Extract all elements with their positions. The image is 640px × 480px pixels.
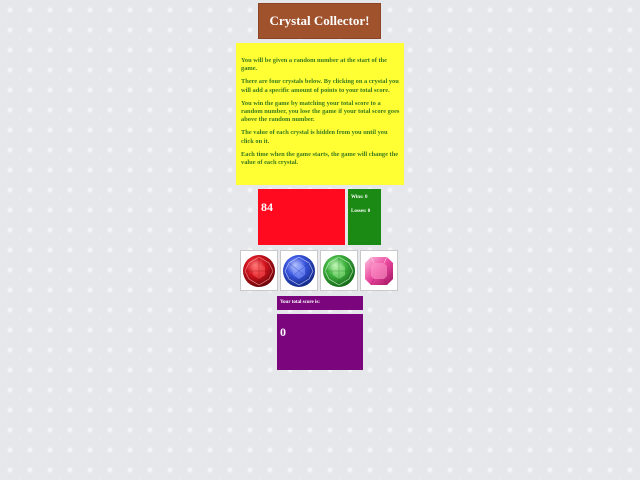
instruction-text: You will be given a random number at the… <box>241 57 387 73</box>
pink-crystal-icon <box>365 256 393 285</box>
green-crystal-icon <box>323 254 355 287</box>
instruction-text: Each time when the game starts, the game… <box>241 150 399 166</box>
score-label: Your total score is: <box>277 296 363 310</box>
blue-crystal-icon <box>283 254 315 287</box>
instruction-text: You win the game by matching your total … <box>241 99 400 124</box>
total-score-value: 0 <box>277 314 363 370</box>
random-target-number: 84 <box>258 189 345 245</box>
crystal-button-pink[interactable] <box>360 250 398 291</box>
losses-count: Losses: 0 <box>351 209 371 214</box>
wins-count: Wins: 0 <box>351 195 368 200</box>
instruction-text: The value of each crystal is hidden from… <box>241 129 388 145</box>
game-title: Crystal Collector! <box>258 3 381 39</box>
win-loss-panel: Wins: 0 Losses: 0 <box>348 189 381 245</box>
red-crystal-icon <box>243 254 275 287</box>
instruction-text: There are four crystals below. By clicki… <box>241 78 399 94</box>
instructions-panel: You will be given a random number at the… <box>236 43 404 185</box>
crystal-button-red[interactable] <box>240 250 278 291</box>
crystal-button-blue[interactable] <box>280 250 318 291</box>
crystal-row <box>240 250 398 291</box>
crystal-button-green[interactable] <box>320 250 358 291</box>
